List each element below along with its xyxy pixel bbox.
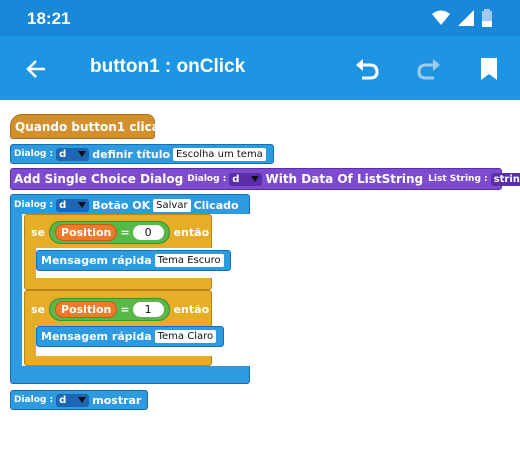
- ok-value-field[interactable]: Salvar: [153, 198, 191, 212]
- ok-button-label: Botão OK: [92, 198, 151, 212]
- toast-label-1: Mensagem rápida: [41, 254, 152, 267]
- bookmark-button[interactable]: [474, 54, 504, 84]
- add-choice-label: Add Single Choice Dialog: [14, 172, 184, 186]
- wifi-icon: [432, 10, 450, 25]
- blocks-canvas[interactable]: Quando button1 clicado Dialog : d defini…: [0, 100, 520, 474]
- dialog-dropdown-2[interactable]: d: [229, 172, 263, 186]
- battery-icon: [482, 9, 492, 27]
- set-title-label: definir título: [92, 147, 171, 161]
- compare-block-2[interactable]: Position = 1: [49, 297, 170, 321]
- undo-button[interactable]: [352, 54, 382, 84]
- show-block[interactable]: Dialog : d mostrar: [10, 390, 148, 410]
- then-label-2: então: [173, 302, 210, 316]
- dialog-label-2: Dialog :: [187, 174, 227, 184]
- dropdown-arrow-icon: [78, 151, 87, 157]
- dialog-label-3: Dialog :: [14, 200, 54, 210]
- title-field[interactable]: Escolha um tema: [173, 147, 266, 161]
- toast-field-1[interactable]: Tema Escuro: [154, 254, 224, 267]
- status-bar: 18:21: [0, 0, 520, 36]
- dialog-dropdown-3[interactable]: d: [56, 198, 90, 212]
- event-label: Quando button1 clicado: [15, 119, 177, 134]
- list-string-dropdown[interactable]: string: [490, 172, 520, 186]
- equals-label-1: =: [120, 225, 130, 239]
- bookmark-icon: [481, 58, 497, 80]
- toast-field-2[interactable]: Tema Claro: [154, 330, 217, 343]
- arrow-left-icon: [26, 60, 45, 78]
- equals-label-2: =: [120, 302, 130, 316]
- dialog-label: Dialog :: [14, 149, 54, 159]
- redo-button[interactable]: [414, 54, 444, 84]
- app-bar: button1 : onClick: [0, 36, 520, 100]
- dialog-label-4: Dialog :: [14, 395, 54, 405]
- clicked-label: Clicado: [193, 198, 239, 212]
- position-var-1[interactable]: Position: [55, 223, 118, 241]
- redo-icon: [417, 59, 440, 80]
- list-string-label: List String :: [428, 174, 488, 184]
- toast-label-2: Mensagem rápida: [41, 330, 152, 343]
- with-data-label: With Data Of ListString: [265, 172, 424, 186]
- dialog-dropdown[interactable]: d: [56, 147, 90, 161]
- signal-icon: [458, 10, 474, 26]
- compare-block-1[interactable]: Position = 0: [49, 220, 170, 244]
- page-title: button1 : onClick: [90, 56, 246, 77]
- if-label-1: se: [31, 225, 46, 239]
- dialog-dropdown-4[interactable]: d: [56, 393, 90, 407]
- dropdown-arrow-icon: [251, 176, 260, 182]
- undo-icon: [356, 59, 379, 80]
- toast-block-2[interactable]: Mensagem rápida Tema Claro: [36, 326, 224, 347]
- dropdown-arrow-icon: [78, 202, 87, 208]
- add-choice-block[interactable]: Add Single Choice Dialog Dialog : d With…: [10, 168, 520, 190]
- if-label-2: se: [31, 302, 46, 316]
- dropdown-arrow-icon: [78, 397, 87, 403]
- then-label-1: então: [173, 225, 210, 239]
- position-var-2[interactable]: Position: [55, 300, 118, 318]
- status-icons: [432, 9, 492, 27]
- value-field-2[interactable]: 1: [132, 301, 164, 317]
- back-button[interactable]: [21, 54, 51, 84]
- show-label: mostrar: [92, 393, 142, 407]
- status-time: 18:21: [27, 9, 71, 28]
- set-title-block[interactable]: Dialog : d definir título Escolha um tem…: [10, 144, 274, 164]
- value-field-1[interactable]: 0: [132, 224, 164, 240]
- event-block[interactable]: Quando button1 clicado: [10, 114, 177, 139]
- toast-block-1[interactable]: Mensagem rápida Tema Escuro: [36, 250, 231, 271]
